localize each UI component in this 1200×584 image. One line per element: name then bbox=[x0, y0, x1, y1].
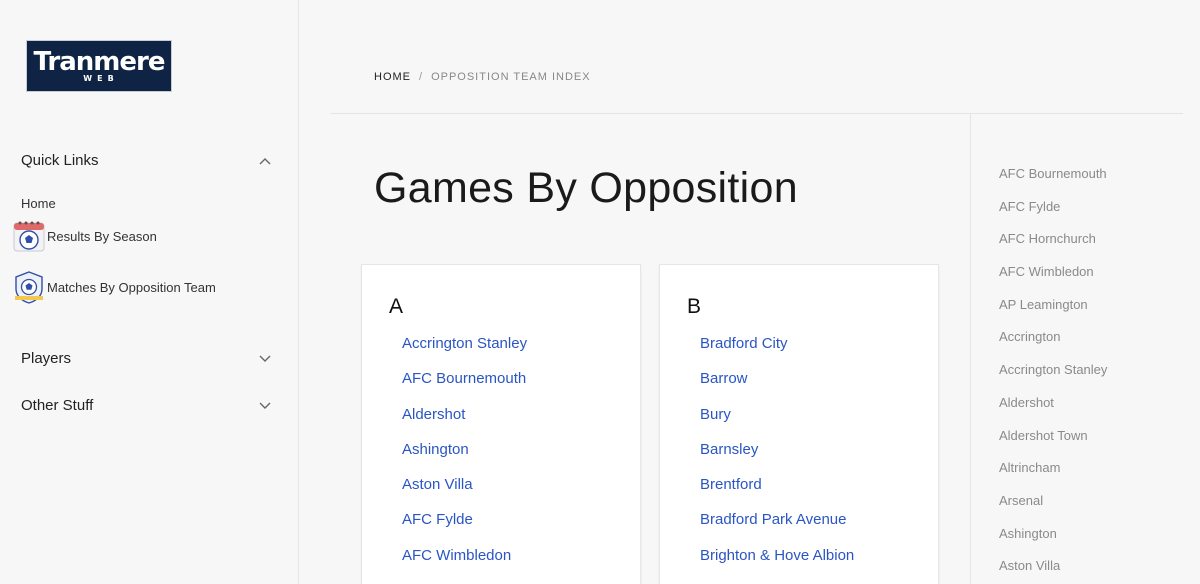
team-link[interactable]: Bury bbox=[700, 404, 854, 439]
quick-links-toggle[interactable]: Quick Links bbox=[21, 152, 271, 169]
index-link[interactable]: Arsenal bbox=[999, 492, 1107, 525]
index-link[interactable]: Aldershot Town bbox=[999, 427, 1107, 460]
team-link[interactable]: Barnsley bbox=[700, 439, 854, 474]
team-list: Bradford City Barrow Bury Barnsley Brent… bbox=[700, 333, 854, 580]
sidebar-item-label: Matches By Opposition Team bbox=[47, 279, 216, 295]
section-letter: B bbox=[687, 295, 702, 318]
team-link[interactable]: Bradford City bbox=[700, 333, 854, 368]
site-logo[interactable]: Tranmere WEB bbox=[26, 40, 172, 92]
sidebar-item-label: Home bbox=[21, 196, 56, 211]
sidebar-item-label: Results By Season bbox=[47, 228, 157, 244]
logo-text: Tranmere bbox=[33, 46, 166, 77]
page-title: Games By Opposition bbox=[374, 164, 798, 212]
logo-subtext: WEB bbox=[83, 73, 119, 83]
breadcrumb-separator: / bbox=[419, 71, 424, 83]
breadcrumb: Home / Opposition Team Index bbox=[374, 71, 591, 83]
football-crest-icon bbox=[15, 271, 43, 304]
section-letter: A bbox=[389, 295, 404, 318]
team-list: Accrington Stanley AFC Bournemouth Alder… bbox=[402, 333, 527, 580]
sidebar-item-matches-by-opposition[interactable]: Matches By Opposition Team bbox=[12, 270, 216, 304]
players-label: Players bbox=[21, 350, 72, 367]
header-divider bbox=[330, 113, 1183, 114]
team-link[interactable]: AFC Bournemouth bbox=[402, 368, 527, 403]
chevron-down-icon bbox=[259, 355, 271, 362]
index-link[interactable]: Aldershot bbox=[999, 394, 1107, 427]
team-link[interactable]: Brentford bbox=[700, 474, 854, 509]
index-link[interactable]: Accrington Stanley bbox=[999, 361, 1107, 394]
team-link[interactable]: Aldershot bbox=[402, 404, 527, 439]
sidebar: Tranmere WEB Quick Links Home Results By… bbox=[0, 0, 299, 584]
index-link[interactable]: AP Leamington bbox=[999, 296, 1107, 329]
chevron-down-icon bbox=[259, 402, 271, 409]
index-link[interactable]: Aston Villa bbox=[999, 557, 1107, 584]
team-link[interactable]: Accrington Stanley bbox=[402, 333, 527, 368]
other-stuff-toggle[interactable]: Other Stuff bbox=[21, 397, 271, 414]
breadcrumb-home-link[interactable]: Home bbox=[374, 71, 411, 83]
column-divider bbox=[970, 114, 971, 584]
team-link[interactable]: Aston Villa bbox=[402, 474, 527, 509]
index-link[interactable]: AFC Bournemouth bbox=[999, 165, 1107, 198]
team-link[interactable]: AFC Wimbledon bbox=[402, 545, 527, 580]
sidebar-item-results-by-season[interactable]: Results By Season bbox=[12, 219, 157, 253]
sidebar-item-home[interactable]: Home bbox=[21, 196, 56, 211]
team-link[interactable]: Brighton & Hove Albion bbox=[700, 545, 854, 580]
team-link[interactable]: Ashington bbox=[402, 439, 527, 474]
index-link[interactable]: AFC Wimbledon bbox=[999, 263, 1107, 296]
team-link[interactable]: AFC Fylde bbox=[402, 509, 527, 544]
index-link[interactable]: AFC Hornchurch bbox=[999, 230, 1107, 263]
index-link[interactable]: AFC Fylde bbox=[999, 198, 1107, 231]
calendar-football-icon bbox=[13, 221, 45, 252]
index-link[interactable]: Ashington bbox=[999, 525, 1107, 558]
other-stuff-label: Other Stuff bbox=[21, 397, 94, 414]
opposition-index-list: AFC Bournemouth AFC Fylde AFC Hornchurch… bbox=[999, 165, 1107, 584]
breadcrumb-current: Opposition Team Index bbox=[431, 71, 591, 83]
team-link[interactable]: Bradford Park Avenue bbox=[700, 509, 854, 544]
index-link[interactable]: Altrincham bbox=[999, 459, 1107, 492]
letter-card-b: B Bradford City Barrow Bury Barnsley Bre… bbox=[659, 264, 939, 584]
chevron-up-icon bbox=[259, 157, 271, 164]
index-link[interactable]: Accrington bbox=[999, 328, 1107, 361]
players-toggle[interactable]: Players bbox=[21, 350, 271, 367]
quick-links-label: Quick Links bbox=[21, 152, 99, 169]
letter-card-a: A Accrington Stanley AFC Bournemouth Ald… bbox=[361, 264, 641, 584]
team-link[interactable]: Barrow bbox=[700, 368, 854, 403]
